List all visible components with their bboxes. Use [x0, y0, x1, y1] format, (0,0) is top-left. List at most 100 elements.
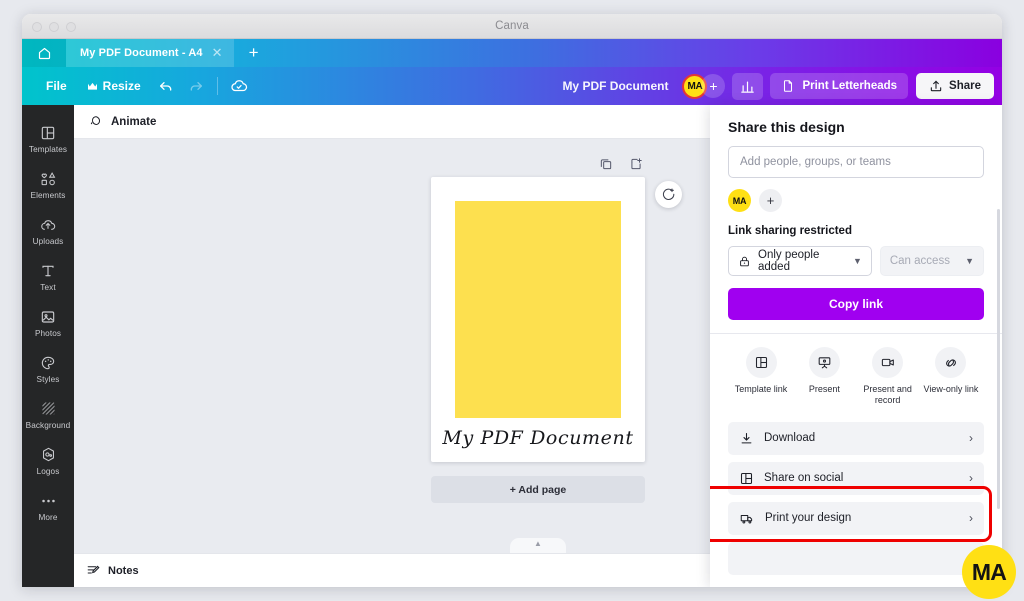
- page-wrapper: My PDF Document + Add page: [431, 157, 682, 503]
- share-panel-title: Share this design: [728, 119, 845, 135]
- notes-button[interactable]: Notes: [86, 563, 139, 578]
- templates-icon: [40, 124, 56, 141]
- permission-select[interactable]: Can access ▼: [879, 246, 984, 276]
- animate-icon: [88, 114, 103, 129]
- elements-icon: [40, 170, 57, 187]
- chevron-right-icon: ›: [969, 431, 973, 445]
- share-option-more[interactable]: [728, 541, 984, 575]
- plus-icon: +: [766, 193, 775, 208]
- sidebar-item-label: Text: [40, 283, 56, 292]
- page-title-text[interactable]: My PDF Document: [431, 427, 645, 449]
- resize-button[interactable]: Resize: [77, 74, 151, 98]
- share-social-icon: [739, 471, 754, 486]
- logos-icon: [40, 446, 57, 463]
- upload-icon: [929, 79, 943, 93]
- undo-button[interactable]: [151, 73, 181, 99]
- chevron-down-icon: ▼: [965, 256, 974, 266]
- share-label: Share: [949, 80, 981, 92]
- print-letterheads-button[interactable]: Print Letterheads: [770, 73, 909, 99]
- add-comment-icon: [661, 187, 676, 202]
- quick-action-view-only-link[interactable]: View-only link: [920, 347, 982, 407]
- share-option-share-on-social[interactable]: Share on social ›: [728, 461, 984, 495]
- browser-tab-active[interactable]: My PDF Document - A4 ✕: [66, 39, 234, 67]
- file-menu-button[interactable]: File: [36, 74, 77, 98]
- left-sidebar: Templates Elements Uploads Text Photos S…: [22, 105, 74, 587]
- sidebar-item-photos[interactable]: Photos: [22, 299, 74, 345]
- yellow-rectangle-element[interactable]: [455, 201, 621, 418]
- add-page-button[interactable]: + Add page: [431, 476, 645, 503]
- quick-action-label: Template link: [734, 384, 788, 394]
- print-truck-icon: [739, 511, 755, 526]
- add-people-placeholder: Add people, groups, or teams: [740, 156, 891, 168]
- text-icon: [40, 262, 56, 279]
- cloud-saved-icon: [230, 77, 248, 95]
- collaborators-row: MA +: [728, 189, 984, 212]
- sidebar-item-templates[interactable]: Templates: [22, 115, 74, 161]
- application-window: Canva My PDF Document - A4 ✕ + File Resi…: [22, 14, 1002, 587]
- share-option-label: Share on social: [764, 472, 844, 484]
- plus-icon: +: [709, 78, 718, 94]
- avatar[interactable]: MA: [728, 189, 751, 212]
- file-label: File: [46, 79, 67, 93]
- template-link-icon: [745, 347, 777, 378]
- chevron-up-icon: ▲: [534, 539, 542, 548]
- share-option-print-your-design[interactable]: Print your design ›: [728, 501, 984, 535]
- insights-button[interactable]: [732, 72, 764, 100]
- quick-action-present[interactable]: Present: [793, 347, 855, 407]
- sidebar-item-elements[interactable]: Elements: [22, 161, 74, 207]
- quick-action-label: Present and record: [863, 384, 912, 406]
- sidebar-item-label: Logos: [36, 467, 60, 476]
- sidebar-item-background[interactable]: Background: [22, 391, 74, 437]
- quick-action-template-link[interactable]: Template link: [730, 347, 792, 407]
- add-comment-button[interactable]: [655, 181, 682, 208]
- window-controls[interactable]: [32, 22, 76, 32]
- new-tab-button[interactable]: +: [234, 39, 274, 67]
- access-controls: Only people added ▼ Can access ▼: [728, 246, 984, 276]
- access-scope-select[interactable]: Only people added ▼: [728, 246, 872, 276]
- undo-icon: [158, 78, 174, 94]
- close-window-button[interactable]: [32, 22, 42, 32]
- crown-icon: [87, 82, 98, 91]
- share-panel: Share this design Add people, groups, or…: [710, 105, 1002, 587]
- sidebar-item-styles[interactable]: Styles: [22, 345, 74, 391]
- duplicate-page-icon[interactable]: [599, 157, 613, 171]
- sidebar-item-label: Elements: [30, 191, 66, 200]
- add-person-button[interactable]: +: [759, 189, 782, 212]
- redo-icon: [188, 78, 204, 94]
- print-letterheads-label: Print Letterheads: [802, 80, 898, 92]
- quick-action-present-and-record[interactable]: Present and record: [857, 347, 919, 407]
- avatar[interactable]: MA: [962, 545, 1016, 599]
- design-page[interactable]: My PDF Document: [431, 177, 682, 462]
- panel-scrollbar[interactable]: [997, 209, 1000, 509]
- resize-label: Resize: [102, 79, 141, 93]
- share-option-download[interactable]: Download ›: [728, 421, 984, 455]
- sidebar-item-more[interactable]: More: [22, 483, 74, 529]
- maximize-window-button[interactable]: [66, 22, 76, 32]
- quick-action-label: View-only link: [923, 384, 979, 394]
- animate-label[interactable]: Animate: [111, 116, 156, 128]
- add-page-icon[interactable]: [629, 157, 643, 171]
- share-options-list: Download › Share on social › Print your …: [728, 417, 984, 575]
- sidebar-item-text[interactable]: Text: [22, 253, 74, 299]
- page-tools: [431, 157, 645, 171]
- home-button[interactable]: [22, 39, 66, 67]
- redo-button[interactable]: [181, 73, 211, 99]
- quick-actions-row: Template link Present Present and record: [728, 334, 984, 417]
- collapse-panel-button[interactable]: ▲: [510, 538, 566, 553]
- minimize-window-button[interactable]: [49, 22, 59, 32]
- sidebar-item-uploads[interactable]: Uploads: [22, 207, 74, 253]
- add-people-input[interactable]: Add people, groups, or teams: [728, 146, 984, 178]
- sidebar-item-logos[interactable]: Logos: [22, 437, 74, 483]
- quick-action-label: Present: [808, 384, 840, 394]
- share-option-label: Download: [764, 432, 816, 444]
- bar-chart-icon: [740, 79, 755, 94]
- share-button[interactable]: Share: [916, 73, 994, 99]
- add-collaborator-button[interactable]: +: [701, 74, 726, 98]
- copy-link-button[interactable]: Copy link: [728, 288, 984, 320]
- document-name[interactable]: My PDF Document: [562, 79, 668, 93]
- screenshot-root: Canva My PDF Document - A4 ✕ + File Resi…: [0, 0, 1024, 601]
- link-sharing-status: Link sharing restricted: [728, 225, 852, 237]
- notes-label: Notes: [108, 564, 139, 577]
- cloud-save-status[interactable]: [224, 73, 254, 99]
- close-icon[interactable]: ✕: [212, 45, 223, 61]
